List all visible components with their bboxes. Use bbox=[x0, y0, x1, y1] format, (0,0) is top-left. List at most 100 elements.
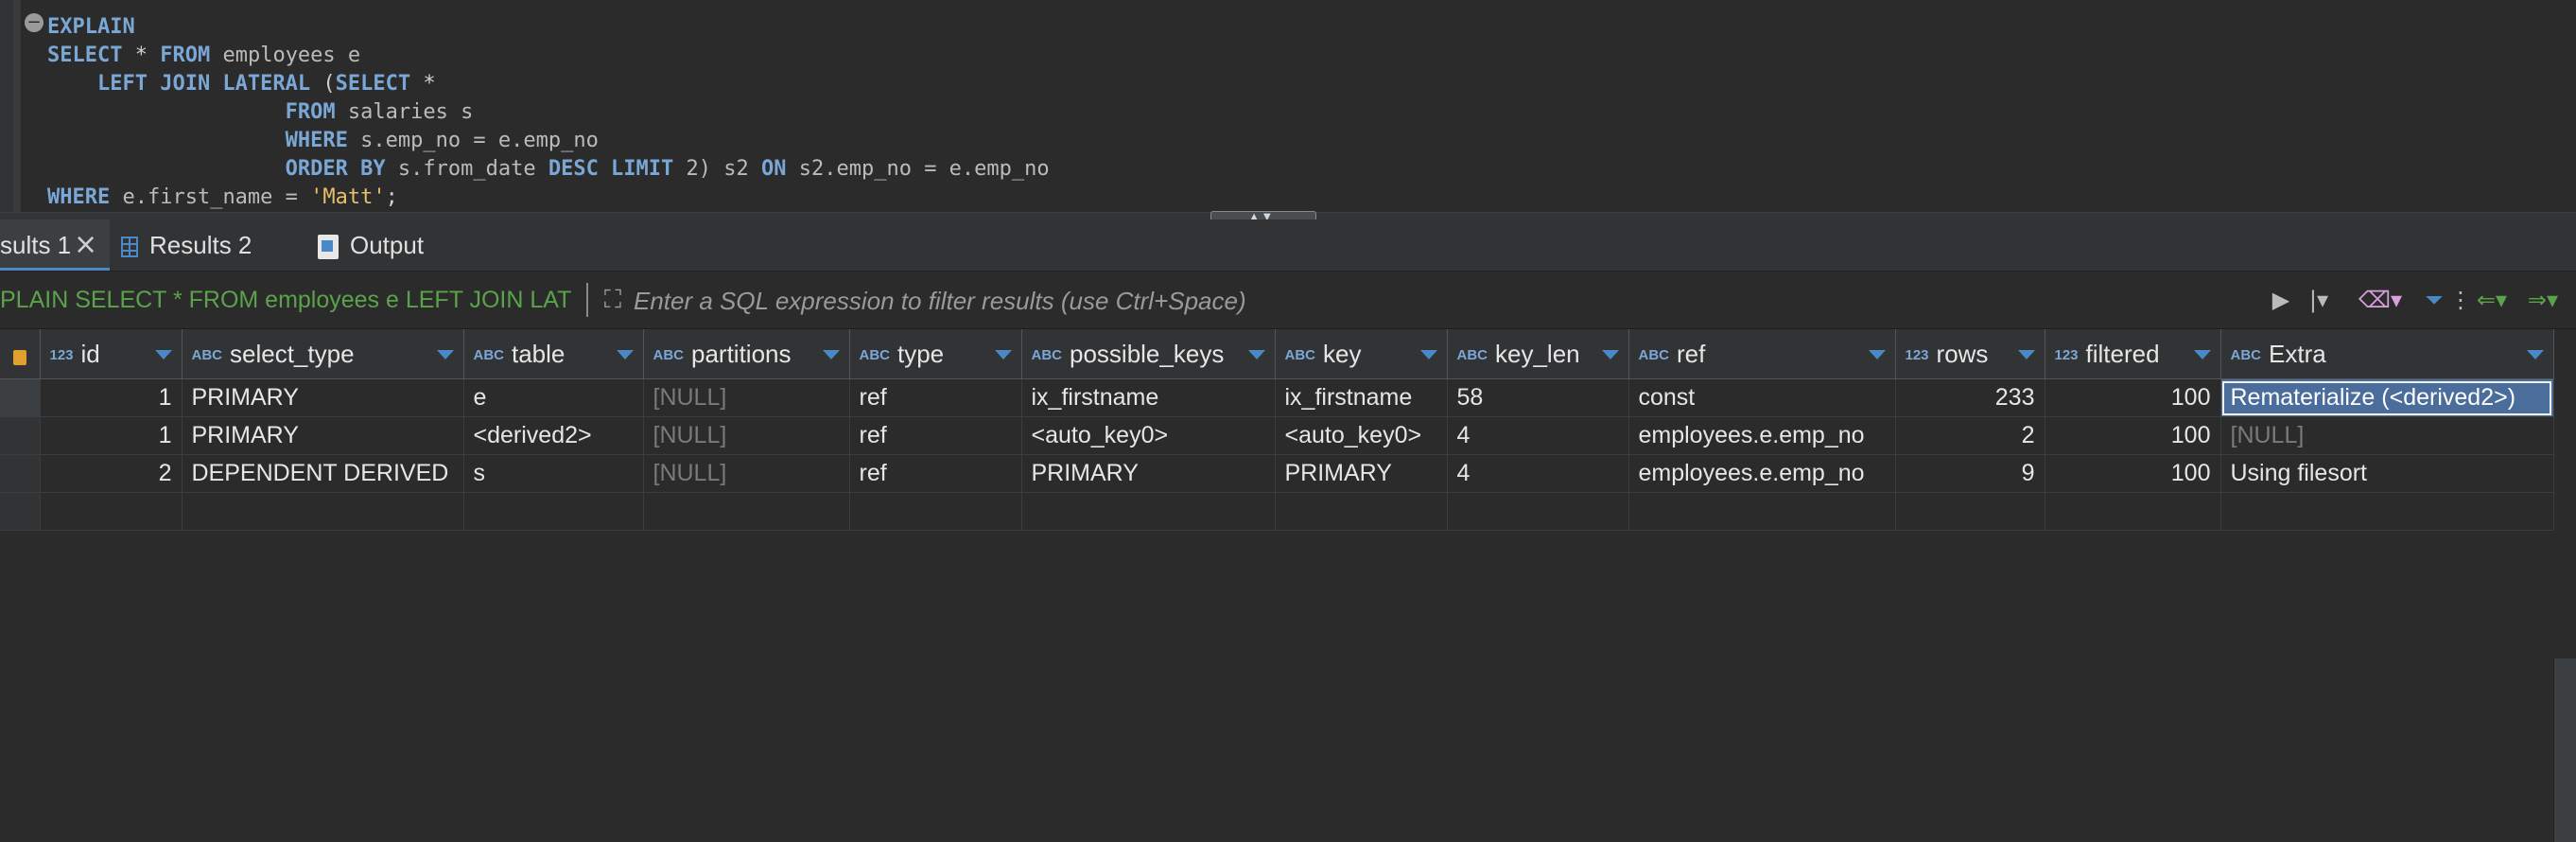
table-cell[interactable]: employees.e.emp_no bbox=[1628, 454, 1896, 493]
code-line[interactable]: FROM salaries s bbox=[47, 98, 474, 127]
table-cell[interactable]: [NULL] bbox=[643, 454, 850, 493]
table-cell[interactable]: 233 bbox=[1895, 378, 2045, 417]
table-cell[interactable]: ref bbox=[849, 378, 1022, 417]
tab-results-1[interactable]: sults 1 × bbox=[0, 219, 110, 271]
sort-dropdown-icon[interactable] bbox=[154, 350, 172, 360]
table-cell[interactable]: <auto_key0> bbox=[1021, 416, 1276, 455]
row-number-cell[interactable] bbox=[0, 454, 41, 493]
column-header-possible-keys[interactable]: ABC possible_keys bbox=[1021, 329, 1276, 379]
empty-cell bbox=[1447, 492, 1629, 531]
sort-dropdown-icon[interactable] bbox=[2017, 350, 2035, 360]
table-cell[interactable]: DEPENDENT DERIVED bbox=[182, 454, 464, 493]
back-arrow-icon[interactable]: ⇐▾ bbox=[2468, 283, 2515, 317]
sort-dropdown-icon[interactable] bbox=[822, 350, 840, 360]
eraser-icon[interactable]: ⌫▾ bbox=[2358, 283, 2402, 317]
table-cell[interactable]: [NULL] bbox=[2220, 416, 2554, 455]
table-cell[interactable]: <derived2> bbox=[463, 416, 644, 455]
column-header-partitions[interactable]: ABC partitions bbox=[643, 329, 850, 379]
empty-cell bbox=[40, 492, 183, 531]
table-cell[interactable]: e bbox=[463, 378, 644, 417]
column-header-ref[interactable]: ABC ref bbox=[1628, 329, 1896, 379]
table-row[interactable]: 1 PRIMARY e [NULL] ref ix_firstname ix_firstna… bbox=[0, 378, 2554, 417]
table-cell[interactable]: <auto_key0> bbox=[1275, 416, 1448, 455]
column-header-rows[interactable]: 123 rows bbox=[1895, 329, 2045, 379]
table-cell[interactable]: 100 bbox=[2045, 378, 2221, 417]
table-cell[interactable]: PRIMARY bbox=[1275, 454, 1448, 493]
table-cell[interactable]: 100 bbox=[2045, 454, 2221, 493]
table-cell[interactable]: [NULL] bbox=[643, 378, 850, 417]
more-vertical-icon[interactable]: ⋮ bbox=[2449, 283, 2472, 317]
lock-icon[interactable] bbox=[0, 329, 41, 379]
code-line[interactable]: WHERE s.emp_no = e.emp_no bbox=[47, 127, 599, 155]
sort-dropdown-icon[interactable] bbox=[1419, 350, 1437, 360]
row-number-cell[interactable] bbox=[0, 416, 41, 455]
table-cell[interactable]: Using filesort bbox=[2220, 454, 2554, 493]
column-header-key[interactable]: ABC key bbox=[1275, 329, 1448, 379]
sort-dropdown-icon[interactable] bbox=[1601, 350, 1619, 360]
sql-keyword: ON bbox=[761, 157, 787, 181]
column-header-filtered[interactable]: 123 filtered bbox=[2045, 329, 2221, 379]
table-cell[interactable]: Rematerialize (<derived2>) bbox=[2220, 378, 2554, 417]
sort-dropdown-icon[interactable] bbox=[994, 350, 1012, 360]
table-cell[interactable]: employees.e.emp_no bbox=[1628, 416, 1896, 455]
query-preview[interactable]: PLAIN SELECT * FROM employees e LEFT JOI… bbox=[0, 272, 584, 328]
close-icon[interactable]: × bbox=[74, 219, 97, 271]
column-header-extra[interactable]: ABC Extra bbox=[2220, 329, 2554, 379]
tab-results-2[interactable]: Results 2 bbox=[121, 219, 252, 271]
history-dropdown-icon[interactable]: |▾ bbox=[2302, 283, 2336, 317]
sql-editor[interactable]: − EXPLAIN SELECT * FROM employees e LEFT … bbox=[0, 0, 2576, 216]
filter-input[interactable] bbox=[632, 279, 2243, 323]
code-line[interactable]: EXPLAIN bbox=[47, 13, 135, 42]
table-cell[interactable]: 2 bbox=[40, 454, 183, 493]
table-cell[interactable]: 100 bbox=[2045, 416, 2221, 455]
sort-dropdown-icon[interactable] bbox=[436, 350, 454, 360]
sort-dropdown-icon[interactable] bbox=[1868, 350, 1886, 360]
table-cell[interactable]: 1 bbox=[40, 416, 183, 455]
side-toolbar[interactable] bbox=[2553, 658, 2576, 842]
table-row[interactable]: 2 DEPENDENT DERIVED s [NULL] ref PRIMARY PRIMA… bbox=[0, 454, 2554, 493]
column-header-id[interactable]: 123 id bbox=[40, 329, 183, 379]
sql-token: e.first_name = bbox=[110, 185, 311, 209]
sort-dropdown-icon[interactable] bbox=[616, 350, 634, 360]
code-line[interactable]: ORDER BY s.from_date DESC LIMIT 2) s2 ON… bbox=[47, 155, 1050, 184]
table-cell[interactable]: s bbox=[463, 454, 644, 493]
column-header-table[interactable]: ABC table bbox=[463, 329, 644, 379]
table-cell[interactable]: ix_firstname bbox=[1275, 378, 1448, 417]
sql-token: s.emp_no = e.emp_no bbox=[347, 129, 599, 152]
table-cell[interactable]: 1 bbox=[40, 378, 183, 417]
row-number-cell[interactable] bbox=[0, 378, 41, 417]
table-cell[interactable]: [NULL] bbox=[643, 416, 850, 455]
table-row[interactable]: 1 PRIMARY <derived2> [NULL] ref <auto_key0> <a… bbox=[0, 416, 2554, 455]
expand-icon[interactable]: ⛶ bbox=[598, 285, 628, 315]
column-header-select-type[interactable]: ABC select_type bbox=[182, 329, 464, 379]
table-cell[interactable]: PRIMARY bbox=[182, 416, 464, 455]
table-cell[interactable]: ref bbox=[849, 454, 1022, 493]
table-cell[interactable]: const bbox=[1628, 378, 1896, 417]
empty-cell bbox=[1895, 492, 2045, 531]
table-cell[interactable]: ref bbox=[849, 416, 1022, 455]
table-cell[interactable]: PRIMARY bbox=[1021, 454, 1276, 493]
filter-icon[interactable]: ⏷ bbox=[2421, 283, 2447, 317]
code-line[interactable]: LEFT JOIN LATERAL (SELECT * bbox=[47, 70, 436, 98]
column-header-key-len[interactable]: ABC key_len bbox=[1447, 329, 1629, 379]
play-icon[interactable]: ▶ bbox=[2270, 283, 2292, 317]
sql-keyword: SELECT bbox=[47, 44, 123, 67]
table-cell[interactable]: PRIMARY bbox=[182, 378, 464, 417]
code-line[interactable]: WHERE e.first_name = 'Matt'; bbox=[47, 184, 398, 212]
sort-dropdown-icon[interactable] bbox=[1247, 350, 1265, 360]
empty-cell bbox=[1021, 492, 1276, 531]
table-cell[interactable]: 58 bbox=[1447, 378, 1629, 417]
header-row: 123 id ABC select_type ABC table ABC partitions… bbox=[0, 329, 2554, 379]
sort-dropdown-icon[interactable] bbox=[2526, 350, 2544, 360]
minus-circle-icon[interactable]: − bbox=[25, 13, 44, 32]
code-line[interactable]: SELECT * FROM employees e bbox=[47, 42, 360, 70]
table-cell[interactable]: 4 bbox=[1447, 416, 1629, 455]
sort-dropdown-icon[interactable] bbox=[2193, 350, 2211, 360]
tab-output[interactable]: Output bbox=[318, 219, 424, 271]
column-header-type[interactable]: ABC type bbox=[849, 329, 1022, 379]
table-cell[interactable]: 9 bbox=[1895, 454, 2045, 493]
table-cell[interactable]: ix_firstname bbox=[1021, 378, 1276, 417]
table-cell[interactable]: 4 bbox=[1447, 454, 1629, 493]
forward-arrow-icon[interactable]: ⇒▾ bbox=[2519, 283, 2567, 317]
table-cell[interactable]: 2 bbox=[1895, 416, 2045, 455]
